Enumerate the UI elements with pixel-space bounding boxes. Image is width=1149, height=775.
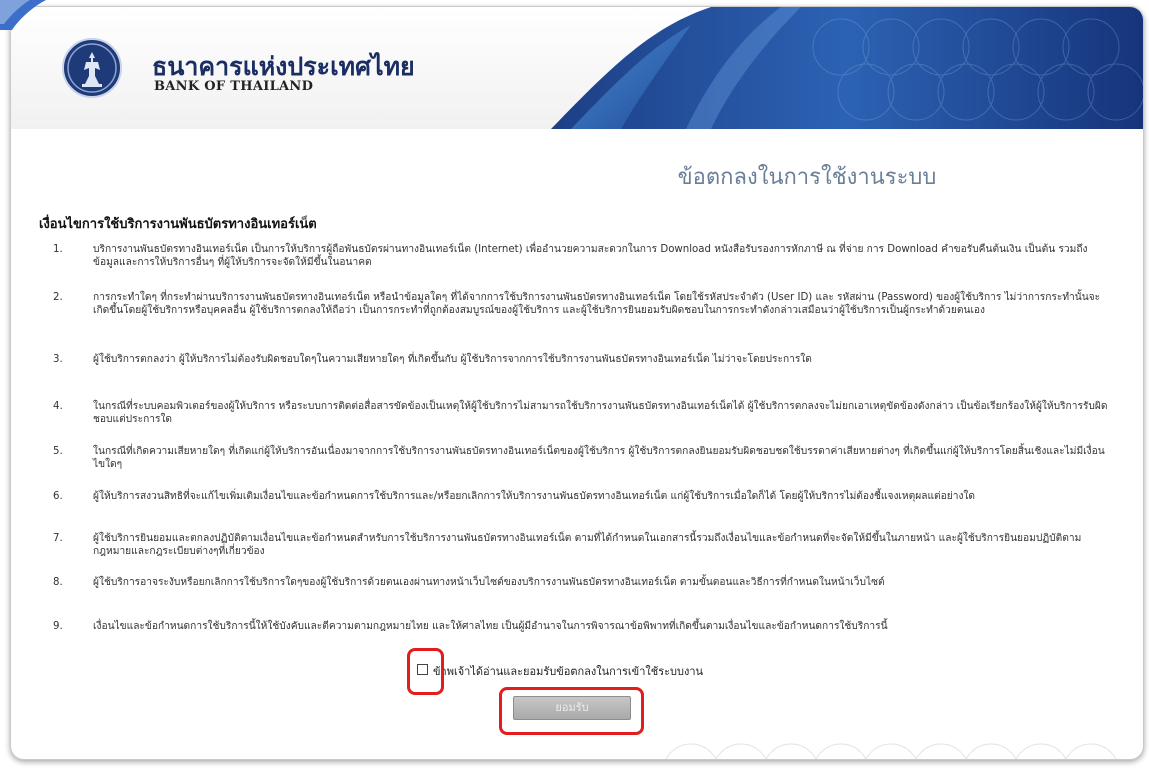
item-text: บริการงานพันธบัตรทางอินเทอร์เน็ต เป็นการ… [93, 244, 1088, 268]
item-text: ในกรณีที่ระบบคอมพิวเตอร์ของผู้ให้บริการ … [93, 401, 1108, 425]
highlight-box-accept-button [499, 687, 644, 735]
agree-checkbox-label[interactable]: ข้าพเจ้าได้อ่านและยอมรับข้อตกลงในการเข้า… [433, 662, 703, 680]
item-text: ผู้ใช้บริการตกลงว่า ผู้ให้บริการไม่ต้องร… [93, 354, 812, 365]
item-number: 9. [53, 621, 63, 632]
item-text: ผู้ให้บริการสงวนสิทธิที่จะแก้ไขเพิ่มเติม… [93, 491, 976, 502]
item-number: 6. [53, 491, 63, 502]
footer-pattern-graphic [665, 743, 1117, 759]
highlight-box-checkbox [407, 648, 444, 695]
site-header: ธนาคารแห่งประเทศไทย BANK OF THAILAND [11, 7, 1143, 129]
item-number: 1. [53, 244, 63, 255]
page-title-text: ข้อตกลงในการใช้งานระบบ [677, 165, 937, 190]
item-number: 8. [53, 577, 63, 588]
item-text: เงื่อนไขและข้อกำหนดการใช้บริการนี้ให้ใช้… [93, 621, 888, 632]
item-number: 2. [53, 292, 63, 303]
bank-name-english: BANK OF THAILAND [154, 79, 314, 94]
garuda-seal-icon [62, 38, 122, 98]
item-text: ผู้ใช้บริการอาจระงับหรือยกเลิกการใช้บริก… [93, 577, 885, 588]
item-text: การกระทำใดๆ ที่กระทำผ่านบริการงานพันธบัต… [93, 292, 1101, 316]
terms-heading: เงื่อนไขการใช้บริการงานพันธบัตรทางอินเทอ… [39, 217, 317, 232]
item-text: ในกรณีที่เกิดความเสียหายใดๆ ที่เกิดแก่ผู… [93, 446, 1105, 470]
item-number: 7. [53, 533, 63, 544]
main-window: ธนาคารแห่งประเทศไทย BANK OF THAILAND ข้อ… [10, 6, 1144, 760]
corner-badge-graphic [0, 0, 46, 30]
item-number: 4. [53, 401, 63, 412]
page-title: ข้อตกลงในการใช้งานระบบ [11, 159, 1143, 194]
item-number: 3. [53, 354, 63, 365]
item-number: 5. [53, 446, 63, 457]
item-text: ผู้ใช้บริการยินยอมและตกลงปฏิบัติตามเงื่อ… [93, 533, 1082, 557]
